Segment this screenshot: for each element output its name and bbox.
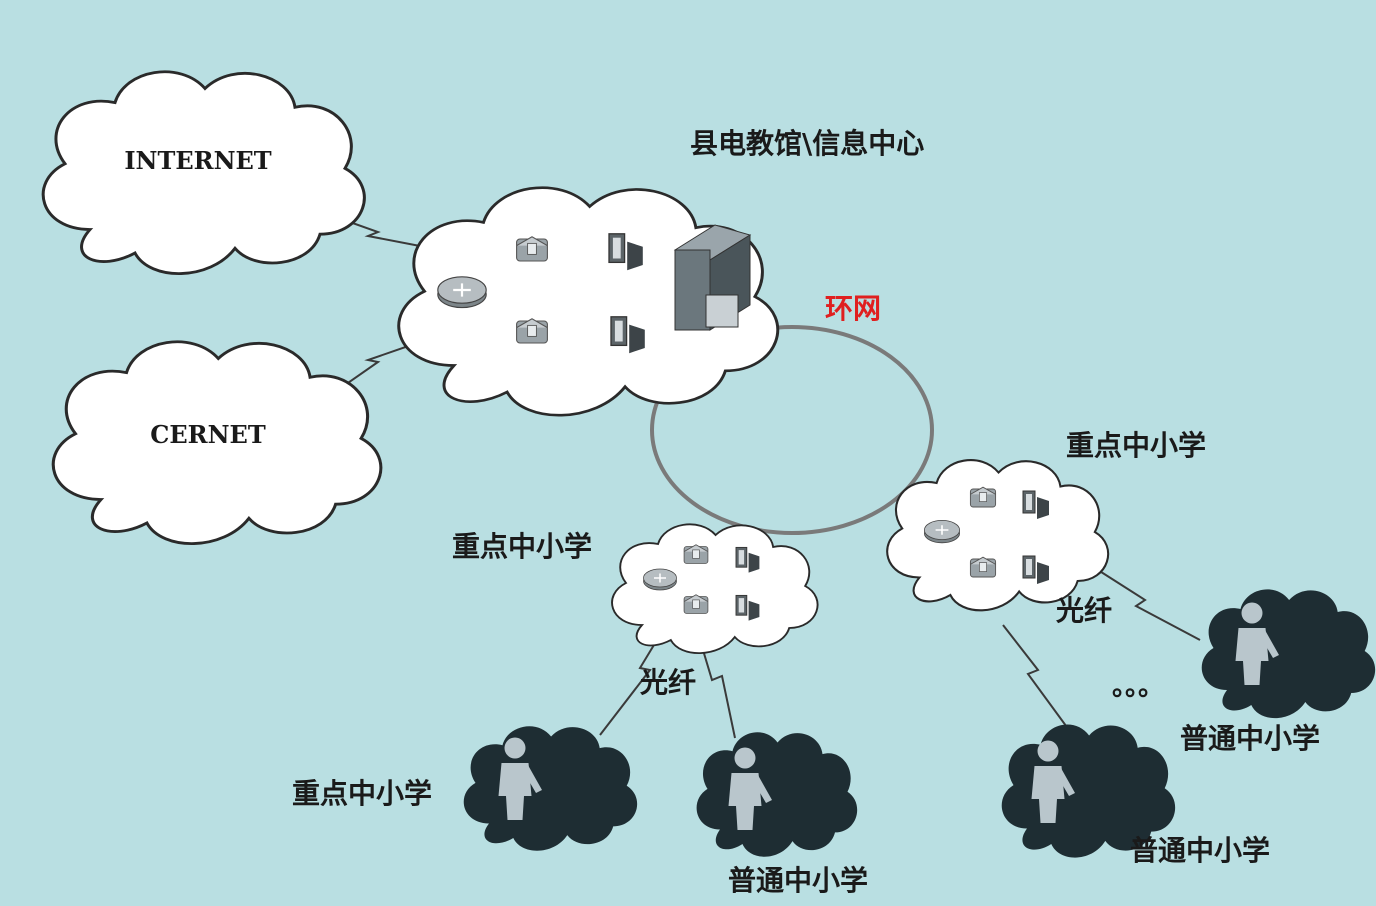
info-center-title: 县电教馆\信息中心 <box>690 127 924 160</box>
key-school-left-label: 重点中小学 <box>452 530 592 563</box>
core-router-icon <box>436 275 488 309</box>
key-school-right-cloud <box>886 459 1110 612</box>
key-school-right-label: 重点中小学 <box>1066 429 1206 462</box>
key-school-left-cloud <box>611 523 819 655</box>
internet-label: INTERNET <box>124 146 271 175</box>
router-icon <box>923 519 961 544</box>
right-normal-school-cloud-b <box>1201 589 1376 719</box>
bottom-key-school-label: 重点中小学 <box>292 777 432 810</box>
core-switch-icon <box>516 236 548 262</box>
bottom-normal-school-cloud <box>696 732 858 857</box>
router-icon <box>642 568 678 591</box>
fiber-left-label: 光纤 <box>639 666 696 699</box>
core-switch-icon <box>516 318 548 344</box>
bottom-key-school-cloud <box>463 726 638 851</box>
right-fiber-link-b <box>1097 569 1201 641</box>
fiber-right-label: 光纤 <box>1055 594 1112 627</box>
switch-icon <box>969 486 997 508</box>
switch-icon <box>683 544 709 564</box>
bottom-normal-school-label: 普通中小学 <box>728 864 868 897</box>
right-normal-school-label-b: 普通中小学 <box>1180 722 1320 755</box>
switch-icon <box>969 556 997 578</box>
ellipsis-text: 。。。 <box>1112 672 1164 702</box>
right-normal-school-label-a: 普通中小学 <box>1130 834 1270 867</box>
network-diagram: INTERNET CERNET 环网 县电教馆\信息中心 重点中小学 光纤 重点… <box>41 70 1376 897</box>
cernet-label: CERNET <box>150 420 266 449</box>
left-fiber-link-b <box>699 639 736 739</box>
ring-label: 环网 <box>825 292 881 325</box>
switch-icon <box>683 594 709 614</box>
